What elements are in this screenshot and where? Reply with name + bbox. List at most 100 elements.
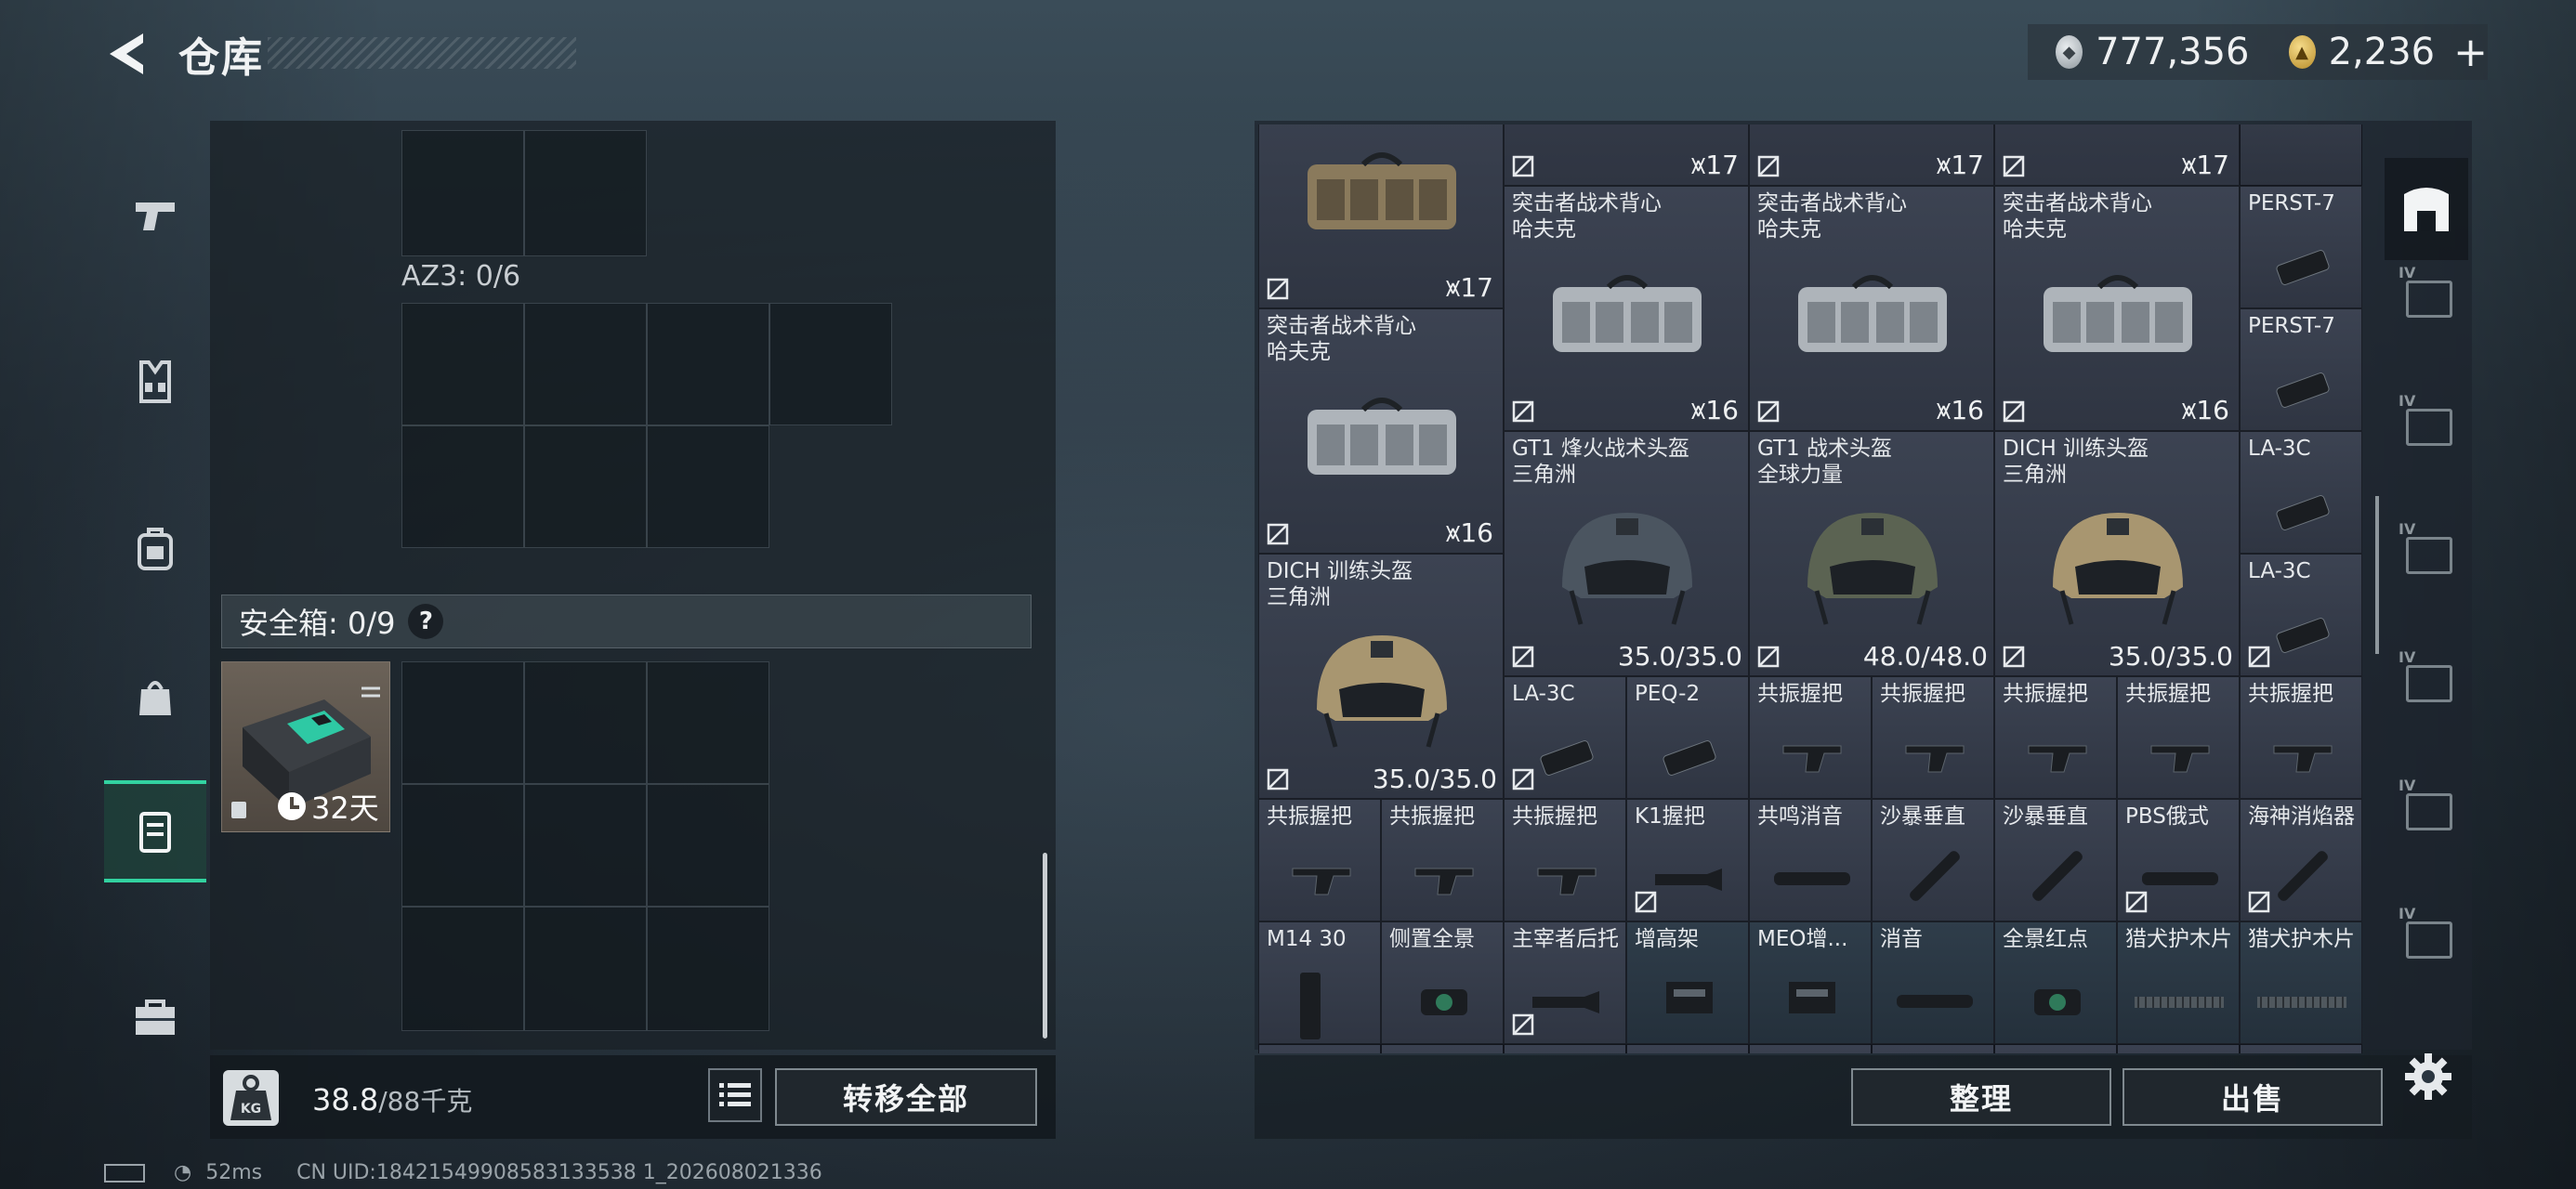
list-view-button[interactable]	[708, 1068, 762, 1122]
warehouse-slot[interactable]	[1258, 1044, 1381, 1053]
sell-button[interactable]: 出售	[2123, 1068, 2383, 1126]
muzzle-item[interactable]: 海神消焰器	[2240, 799, 2362, 921]
safebox-slot[interactable]	[401, 661, 524, 784]
item-count: ⩙17	[1690, 150, 1739, 180]
grip-item[interactable]: 共振握把	[1381, 799, 1504, 921]
tactical-vest-item[interactable]: ⩙17	[1258, 124, 1504, 308]
helmet-item[interactable]: DICH 训练头盔 三角洲 35.0/35.0	[1994, 431, 2240, 676]
tactical-vest-item[interactable]: 突击者战术背心 哈夫克 ⩙16	[1504, 186, 1749, 431]
safebox-slot[interactable]	[647, 661, 769, 784]
accessory-item[interactable]: PEQ-2	[1626, 676, 1749, 799]
grip-item[interactable]: 共振握把	[1994, 676, 2117, 799]
helmet-item[interactable]: DICH 训练头盔 三角洲 35.0/35.0	[1258, 554, 1504, 799]
grip-item[interactable]: 共振握把	[2117, 676, 2240, 799]
muzzle-item[interactable]: 消音	[1872, 921, 1994, 1044]
safebox-slot[interactable]	[401, 784, 524, 907]
container-slot[interactable]	[647, 425, 769, 548]
accessory-item[interactable]: PERST-7	[2240, 308, 2362, 431]
grip-item[interactable]: 共振握把	[2240, 676, 2362, 799]
nav-toolbox[interactable]	[104, 966, 206, 1068]
warehouse-slot[interactable]	[2240, 124, 2362, 186]
safebox-item[interactable]: 32天	[221, 661, 390, 832]
container-slot[interactable]	[524, 425, 647, 548]
safebox-slot[interactable]	[647, 907, 769, 1031]
accessory-item[interactable]: LA-3C	[2240, 431, 2362, 554]
helmet-item[interactable]: GT1 战术头盔 全球力量 48.0/48.0	[1749, 431, 1994, 676]
filter-cat5[interactable]: IV	[2385, 754, 2468, 856]
help-icon[interactable]: ?	[408, 604, 444, 639]
nav-pouch[interactable]	[104, 647, 206, 749]
sort-button[interactable]: 整理	[1851, 1068, 2111, 1126]
tactical-vest-item[interactable]: 突击者战术背心 哈夫克 ⩙16	[1749, 186, 1994, 431]
grip-item[interactable]: K1握把	[1626, 799, 1749, 921]
container-slot[interactable]	[401, 303, 524, 425]
container-slot[interactable]	[401, 425, 524, 548]
container-slot[interactable]	[647, 303, 769, 425]
container-slot[interactable]	[769, 303, 892, 425]
nav-vest[interactable]	[104, 331, 206, 433]
nav-backpack[interactable]	[104, 498, 206, 600]
container-slot[interactable]	[524, 130, 647, 256]
stock-item[interactable]: 主宰者后托	[1504, 921, 1626, 1044]
accessory-item[interactable]: PERST-7	[2240, 186, 2362, 308]
grip-item[interactable]: 共振握把	[1504, 799, 1626, 921]
handguard-item[interactable]: 猎犬护木片	[2240, 921, 2362, 1044]
armor-tier-icon: ⩙	[2181, 395, 2197, 425]
warehouse-slot[interactable]	[1749, 1044, 1872, 1053]
safebox-slot[interactable]	[524, 661, 647, 784]
grip-item[interactable]: 共振握把	[1872, 676, 1994, 799]
mount-item[interactable]: 增高架	[1626, 921, 1749, 1044]
filter-cat1[interactable]: IV	[2385, 242, 2468, 344]
accessory-item[interactable]: LA-3C	[1504, 676, 1626, 799]
safebox-slot[interactable]	[524, 907, 647, 1031]
no-insurance-icon	[1512, 400, 1534, 423]
container-scrollbar[interactable]	[1043, 853, 1047, 1039]
currency-bar[interactable]: ◆ 777,356 ▲ 2,236 +	[2028, 24, 2488, 80]
back-button[interactable]	[102, 26, 158, 82]
tactical-vest-item[interactable]: 突击者战术背心 哈夫克 ⩙16	[1994, 186, 2240, 431]
tactical-vest-item[interactable]: 突击者战术背心 哈夫克 ⩙16	[1258, 308, 1504, 554]
item-name: PERST-7	[2248, 314, 2335, 338]
transfer-all-button[interactable]: 转移全部	[775, 1068, 1037, 1126]
muzzle-item[interactable]: 共鸣消音	[1749, 799, 1872, 921]
warehouse-slot[interactable]	[1626, 1044, 1749, 1053]
warehouse-slot[interactable]	[1504, 1044, 1626, 1053]
safebox-slot[interactable]	[401, 907, 524, 1031]
warehouse-slot[interactable]	[1994, 1044, 2117, 1053]
safebox-slot[interactable]	[524, 784, 647, 907]
magazine-item[interactable]: M14 30	[1258, 921, 1381, 1044]
tactical-vest-item[interactable]: ⩙17	[1749, 124, 1994, 186]
grip-item[interactable]: 共振握把	[1749, 676, 1872, 799]
item-name: 突击者战术背心 哈夫克	[2003, 191, 2152, 242]
container-slot[interactable]	[524, 303, 647, 425]
grip-item[interactable]: 沙暴垂直	[1994, 799, 2117, 921]
grip-item[interactable]: 共振握把	[1258, 799, 1381, 921]
handguard-item[interactable]: 猎犬护木片	[2117, 921, 2240, 1044]
tactical-vest-item[interactable]: ⩙17	[1994, 124, 2240, 186]
safebox-slot[interactable]	[647, 784, 769, 907]
add-currency-button[interactable]: +	[2453, 29, 2488, 76]
mount-item[interactable]: MEO增...	[1749, 921, 1872, 1044]
warehouse-slot[interactable]	[1872, 1044, 1994, 1053]
warehouse-slot[interactable]	[1381, 1044, 1504, 1053]
helmet-item[interactable]: GT1 烽火战术头盔 三角洲 35.0/35.0	[1504, 431, 1749, 676]
warehouse-slot[interactable]	[2240, 1044, 2362, 1053]
tactical-vest-item[interactable]: ⩙17	[1504, 124, 1749, 186]
sight-item[interactable]: 侧置全景	[1381, 921, 1504, 1044]
warehouse-scrollbar[interactable]	[2375, 496, 2379, 654]
container-slot[interactable]	[401, 130, 524, 256]
filter-cat6[interactable]: IV	[2385, 882, 2468, 985]
grip-icon	[1905, 745, 1965, 773]
filter-cat2[interactable]: IV	[2385, 370, 2468, 472]
sight-item[interactable]: 全景红点	[1994, 921, 2117, 1044]
settings-button[interactable]	[2403, 1052, 2453, 1102]
accessory-item[interactable]: LA-3C	[2240, 554, 2362, 676]
nav-weapon[interactable]	[104, 163, 206, 266]
filter-cat3[interactable]: IV	[2385, 498, 2468, 600]
warehouse-slot[interactable]	[2117, 1044, 2240, 1053]
nav-safebox[interactable]	[104, 780, 206, 882]
muzzle-item[interactable]: PBS俄式	[2117, 799, 2240, 921]
filter-cat4[interactable]: IV	[2385, 626, 2468, 728]
suppressor-icon	[2142, 872, 2218, 885]
grip-item[interactable]: 沙暴垂直	[1872, 799, 1994, 921]
